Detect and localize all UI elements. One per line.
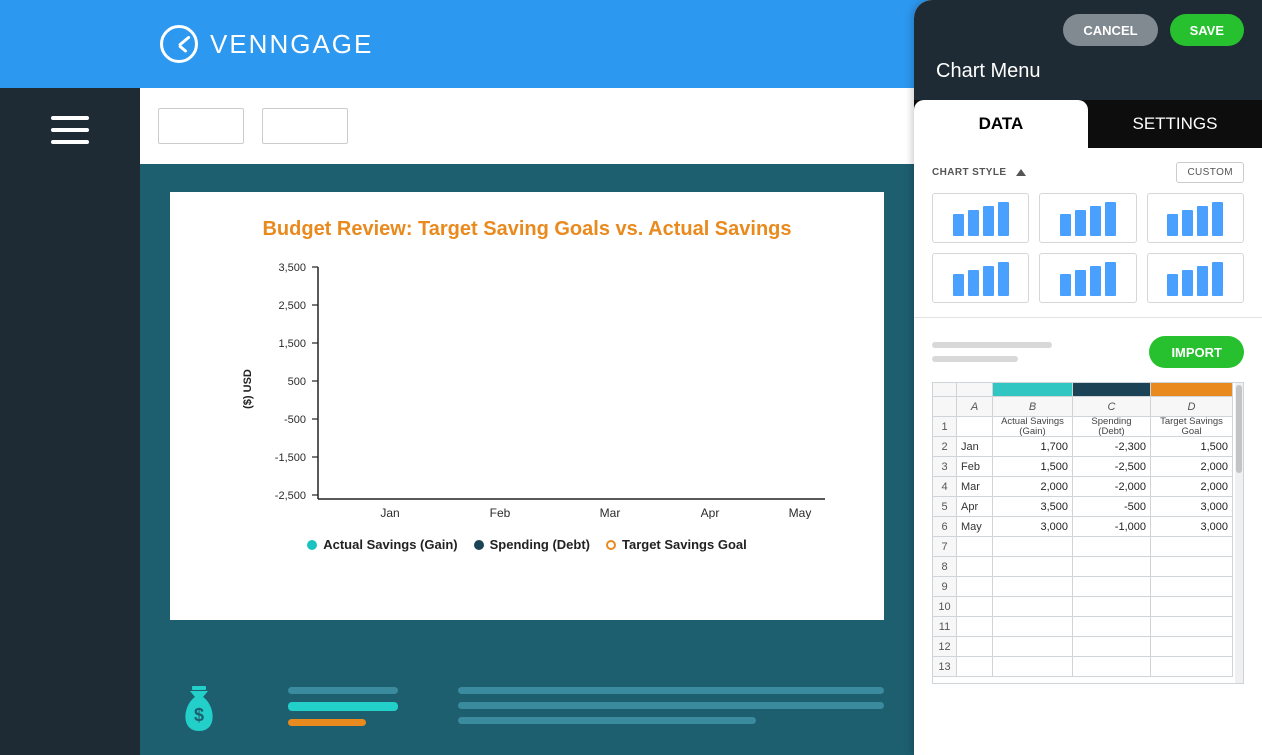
info-strip: $ <box>170 683 884 739</box>
chart-style-row: CHART STYLE CUSTOM <box>932 162 1244 183</box>
svg-text:3,500: 3,500 <box>278 262 306 274</box>
cell-C1[interactable]: Spending (Debt) <box>1073 417 1151 437</box>
svg-text:Mar: Mar <box>600 506 621 519</box>
venngage-logo-icon <box>160 25 198 63</box>
brand-logo[interactable]: VENNGAGE <box>160 25 373 63</box>
chart-style-thumb-3[interactable] <box>1147 193 1244 243</box>
panel-title: Chart Menu <box>936 60 1244 83</box>
placeholder-lines-left <box>288 683 398 726</box>
chart-menu-panel: CANCEL SAVE Chart Menu DATA SETTINGS CHA… <box>914 0 1262 755</box>
cell-A1[interactable] <box>957 417 993 437</box>
panel-tabs: DATA SETTINGS <box>914 100 1262 148</box>
toolbar-select-1[interactable] <box>158 108 244 144</box>
chart-style-thumb-5[interactable] <box>1039 253 1136 303</box>
design-canvas[interactable]: Budget Review: Target Saving Goals vs. A… <box>140 164 914 755</box>
panel-header: CANCEL SAVE Chart Menu <box>914 0 1262 100</box>
col-B[interactable]: B <box>993 397 1073 417</box>
series-color-c[interactable] <box>1073 383 1151 397</box>
tab-data[interactable]: DATA <box>914 100 1088 148</box>
import-button[interactable]: IMPORT <box>1149 336 1244 368</box>
svg-text:1,500: 1,500 <box>278 338 306 350</box>
col-C[interactable]: C <box>1073 397 1151 417</box>
svg-text:Feb: Feb <box>490 506 511 519</box>
cancel-button[interactable]: CANCEL <box>1063 14 1157 46</box>
chart-style-thumb-6[interactable] <box>1147 253 1244 303</box>
chart-style-thumb-2[interactable] <box>1039 193 1136 243</box>
y-axis-label: ($) USD <box>242 369 254 409</box>
svg-text:May: May <box>789 506 812 519</box>
col-A[interactable]: A <box>957 397 993 417</box>
svg-text:-500: -500 <box>284 414 306 426</box>
svg-text:500: 500 <box>288 376 306 388</box>
brand-name: VENNGAGE <box>210 29 373 60</box>
cell-D1[interactable]: Target Savings Goal <box>1151 417 1233 437</box>
svg-text:Apr: Apr <box>701 506 720 519</box>
chart-style-label: CHART STYLE <box>932 167 1006 178</box>
svg-text:2,500: 2,500 <box>278 300 306 312</box>
svg-text:-2,500: -2,500 <box>275 490 306 502</box>
chart-plot-area: ($) USD 3,500 2,500 1,500 500 -500 -1,50… <box>260 259 840 519</box>
import-row: IMPORT <box>932 336 1244 368</box>
chart-style-thumb-1[interactable] <box>932 193 1029 243</box>
chart-legend: Actual Savings (Gain) Spending (Debt) Ta… <box>214 537 840 552</box>
svg-text:Jan: Jan <box>380 506 399 519</box>
menu-hamburger-icon[interactable] <box>51 116 89 144</box>
sheet-vertical-scrollbar[interactable] <box>1235 383 1243 683</box>
row-header-1[interactable]: 1 <box>933 417 957 437</box>
chart-card[interactable]: Budget Review: Target Saving Goals vs. A… <box>170 192 884 620</box>
col-D[interactable]: D <box>1151 397 1233 417</box>
chart-style-thumbnails <box>932 193 1244 303</box>
series-color-d[interactable] <box>1151 383 1233 397</box>
legend-item-spending: Spending (Debt) <box>474 537 590 552</box>
money-bag-icon: $ <box>170 683 228 735</box>
legend-item-target: Target Savings Goal <box>606 537 747 552</box>
svg-text:-1,500: -1,500 <box>275 452 306 464</box>
save-button[interactable]: SAVE <box>1170 14 1244 46</box>
legend-ring-orange-icon <box>606 540 616 550</box>
custom-style-button[interactable]: CUSTOM <box>1176 162 1244 183</box>
data-sheet[interactable]: A B C D 1 Actual Savings (Gain) Spending… <box>932 382 1244 684</box>
cell-B1[interactable]: Actual Savings (Gain) <box>993 417 1073 437</box>
toolbar-select-2[interactable] <box>262 108 348 144</box>
tab-settings[interactable]: SETTINGS <box>1088 100 1262 148</box>
collapse-caret-up-icon[interactable] <box>1016 169 1026 176</box>
left-sidebar <box>0 88 140 755</box>
legend-dot-teal-icon <box>307 540 317 550</box>
svg-text:$: $ <box>194 705 204 725</box>
legend-dot-navy-icon <box>474 540 484 550</box>
series-color-b[interactable] <box>993 383 1073 397</box>
placeholder-paragraph <box>458 683 884 724</box>
chart-style-thumb-4[interactable] <box>932 253 1029 303</box>
chart-title: Budget Review: Target Saving Goals vs. A… <box>214 218 840 241</box>
legend-item-actual: Actual Savings (Gain) <box>307 537 457 552</box>
import-placeholder-lines <box>932 342 1052 362</box>
